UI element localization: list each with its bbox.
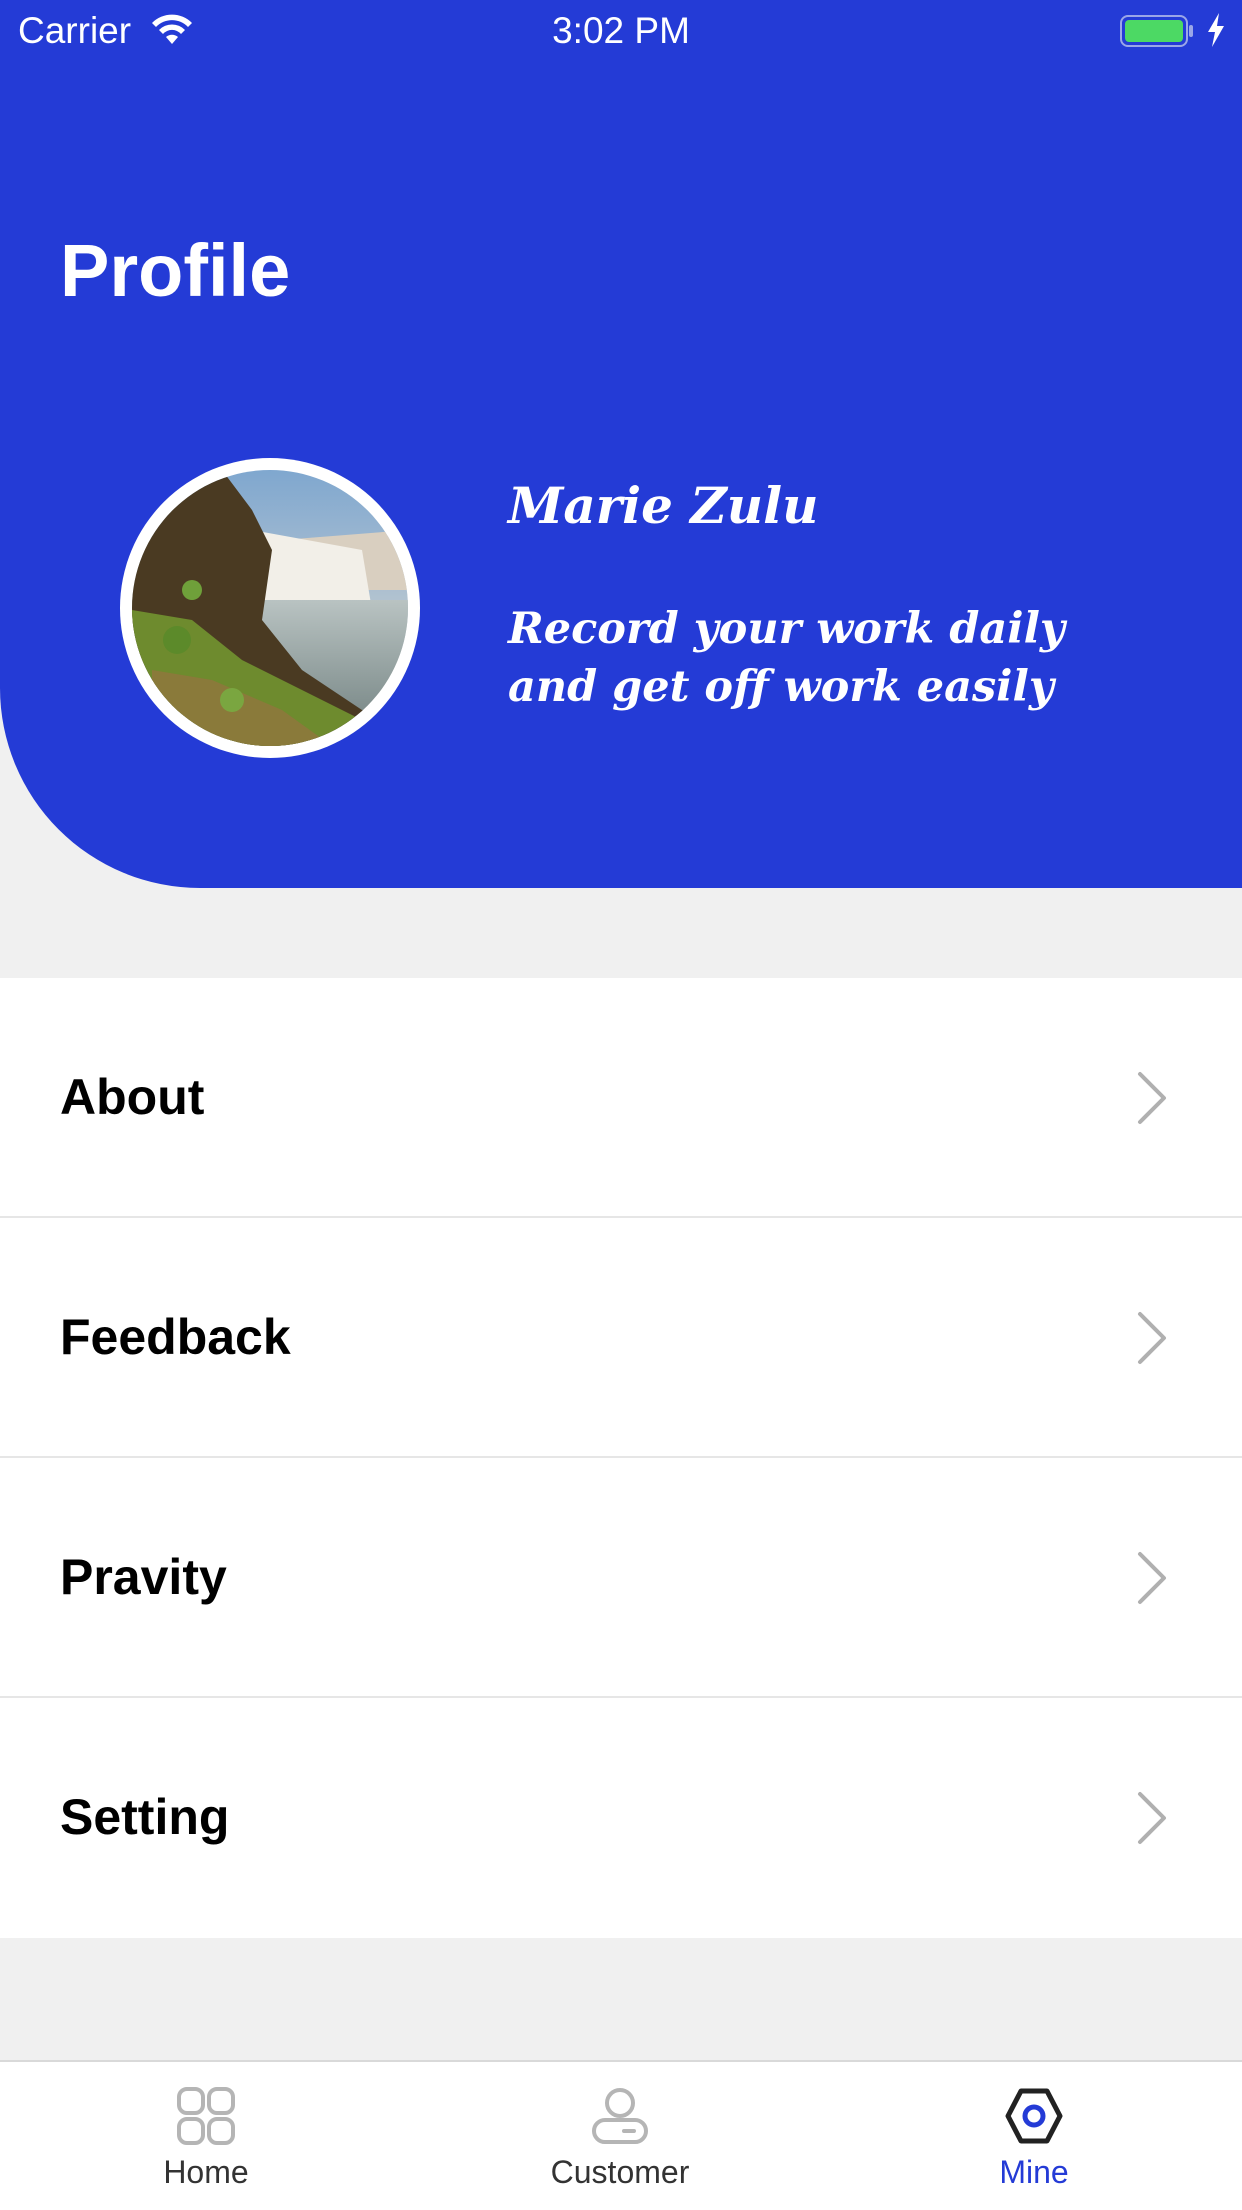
menu-item-label: Setting (60, 1789, 230, 1845)
chevron-right-icon (1138, 1072, 1166, 1124)
chevron-right-icon (1138, 1792, 1166, 1844)
page-title: Profile (60, 229, 291, 312)
charging-icon (1208, 13, 1224, 47)
tab-customer[interactable]: Customer (470, 2062, 770, 2210)
hexagon-icon (1005, 2088, 1063, 2144)
avatar-image (132, 470, 408, 746)
menu-item-pravity[interactable]: Pravity (0, 1458, 1242, 1698)
tab-home[interactable]: Home (56, 2062, 356, 2210)
menu-item-feedback[interactable]: Feedback (0, 1218, 1242, 1458)
tab-label: Customer (550, 2154, 690, 2190)
profile-motto: Record your work daily and get off work … (508, 604, 1065, 712)
profile-name: Marie Zulu (508, 476, 819, 535)
settings-menu: About Feedback Pravity Setting (0, 978, 1242, 1938)
chevron-right-icon (1138, 1312, 1166, 1364)
status-bar: Carrier 3:02 PM (0, 0, 1242, 62)
avatar[interactable] (120, 458, 420, 758)
tab-mine[interactable]: Mine (884, 2062, 1184, 2210)
profile-header (0, 0, 1242, 888)
chevron-right-icon (1138, 1552, 1166, 1604)
tab-label: Mine (999, 2154, 1069, 2190)
tab-label: Home (163, 2154, 249, 2190)
menu-item-label: Feedback (60, 1309, 291, 1365)
status-time: 3:02 PM (552, 10, 690, 51)
grid-icon (177, 2087, 235, 2145)
menu-item-label: About (60, 1069, 205, 1125)
menu-item-about[interactable]: About (0, 978, 1242, 1218)
battery-icon (1120, 15, 1193, 47)
menu-item-setting[interactable]: Setting (0, 1698, 1242, 1938)
person-icon (592, 2088, 648, 2144)
tab-bar: Home Customer Mine (0, 2060, 1242, 2210)
menu-item-label: Pravity (60, 1549, 227, 1605)
